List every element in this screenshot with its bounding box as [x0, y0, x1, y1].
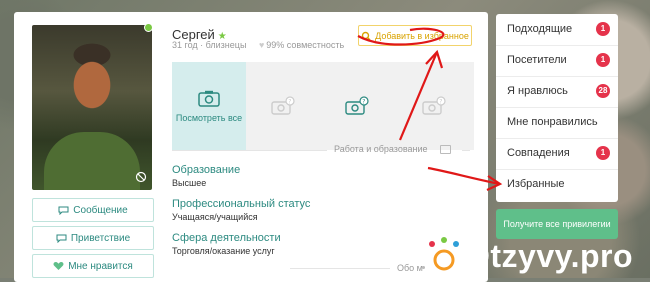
field-label-education: Образование	[172, 164, 241, 176]
svg-text:?: ?	[362, 98, 365, 105]
profile-compatibility: 99% совместность	[266, 40, 345, 50]
message-icon	[58, 206, 69, 215]
watermark-logo-icon	[429, 237, 459, 271]
profile-meta: 31 год · близнецы ♥ 99% совместность	[172, 40, 345, 50]
menu-badge: 1	[596, 146, 610, 160]
greeting-button[interactable]: Приветствие	[32, 226, 154, 250]
edit-icon[interactable]	[440, 145, 451, 154]
photo-view-all[interactable]: Посмотреть все	[172, 62, 246, 150]
profile-age: 31 год	[172, 40, 198, 50]
compatibility-heart-icon: ♥	[258, 40, 265, 50]
message-button[interactable]: Сообщение	[32, 198, 154, 222]
menu-item-matches[interactable]: Совпадения 1	[496, 138, 618, 170]
work-education-title: Работа и образование	[334, 144, 428, 154]
menu-item-label: Подходящие	[507, 23, 573, 35]
menu-item-favorites[interactable]: Избранные	[496, 169, 618, 200]
add-favorite-label: Добавить в избранное	[375, 30, 469, 41]
field-label-industry: Сфера деятельности	[172, 232, 281, 244]
like-label: Мне нравится	[68, 260, 133, 272]
view-all-photos-label: Посмотреть все	[175, 112, 243, 123]
menu-item-label: Я нравлюсь	[507, 85, 568, 97]
get-privileges-button[interactable]: Получите все привилегии	[496, 209, 618, 239]
menu-item-matching[interactable]: Подходящие 1	[496, 14, 618, 46]
menu-badge: 28	[596, 84, 610, 98]
profile-zodiac: близнецы	[205, 40, 247, 50]
side-menu: Подходящие 1 Посетители 1 Я нравлюсь 28 …	[496, 14, 618, 202]
field-value-status: Учащаяся/учащийся	[172, 212, 258, 222]
get-privileges-label: Получите все привилегии	[503, 219, 611, 229]
camera-question-icon: ?	[271, 96, 295, 115]
menu-item-label: Мне понравились	[507, 116, 598, 128]
message-label: Сообщение	[73, 204, 128, 216]
camera-question-icon: ?	[345, 96, 369, 115]
menu-item-label: Посетители	[507, 54, 567, 66]
heart-icon	[53, 262, 64, 270]
divider-line	[172, 150, 327, 151]
menu-item-label: Совпадения	[507, 147, 570, 159]
greeting-label: Приветствие	[70, 232, 131, 244]
avatar[interactable]	[32, 25, 152, 190]
menu-item-label: Избранные	[507, 178, 565, 190]
menu-item-i-liked[interactable]: Мне понравились	[496, 107, 618, 139]
menu-item-visitors[interactable]: Посетители 1	[496, 45, 618, 77]
online-indicator	[144, 23, 153, 32]
photo-placeholder[interactable]: ?	[246, 62, 320, 150]
svg-text:?: ?	[288, 98, 291, 105]
add-favorite-button[interactable]: Добавить в избранное	[358, 25, 472, 46]
menu-badge: 1	[596, 53, 610, 67]
work-education-divider: Работа и образование	[172, 144, 470, 154]
favorite-search-icon	[361, 31, 371, 40]
menu-item-liked-me[interactable]: Я нравлюсь 28	[496, 76, 618, 108]
svg-text:?: ?	[439, 98, 442, 105]
camera-icon	[198, 90, 220, 107]
avatar-shirt	[44, 132, 140, 190]
photo-placeholder[interactable]: ?	[320, 62, 394, 150]
greeting-icon	[56, 234, 67, 243]
watermark-brand: Otzyvy.pro	[465, 238, 633, 274]
photo-placeholder[interactable]: ?	[394, 62, 474, 150]
block-icon[interactable]	[135, 171, 147, 183]
about-divider-line	[290, 268, 390, 269]
about-section-title: Обо м	[397, 263, 423, 273]
field-label-status: Профессиональный статус	[172, 198, 311, 210]
field-value-education: Высшее	[172, 178, 207, 188]
menu-badge: 1	[596, 22, 610, 36]
photo-strip: Посмотреть все ? ? ?	[172, 62, 474, 150]
camera-question-icon: ?	[422, 96, 446, 115]
like-button[interactable]: Мне нравится	[32, 254, 154, 278]
watermark-tagline: самые полезные отзывы	[330, 228, 461, 240]
field-value-industry: Торговля/оказание услуг	[172, 246, 275, 256]
divider-line	[462, 150, 470, 151]
